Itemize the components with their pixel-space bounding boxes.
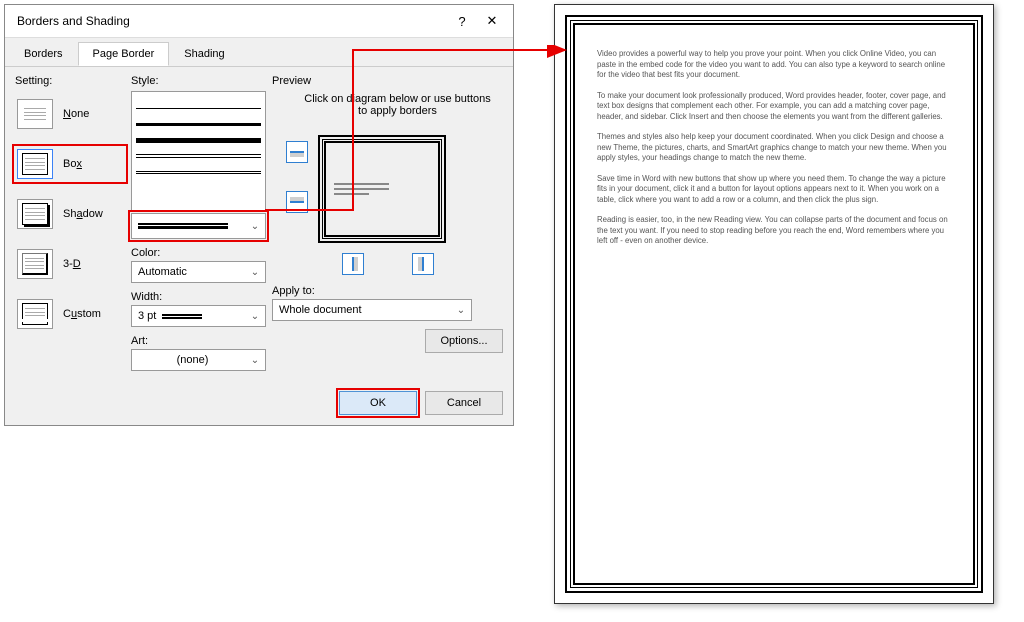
document-body: Video provides a powerful way to help yo… <box>573 23 975 585</box>
style-option[interactable] <box>136 134 261 146</box>
color-combo[interactable]: Automatic ⌄ <box>131 261 266 283</box>
style-option[interactable] <box>136 166 261 178</box>
custom-thumb-icon <box>17 299 53 329</box>
apply-to-combo[interactable]: Whole document ⌄ <box>272 299 472 321</box>
apply-bottom-border-button[interactable] <box>286 191 308 213</box>
tab-borders[interactable]: Borders <box>9 42 78 66</box>
borders-shading-dialog: Borders and Shading ? ✕ Borders Page Bor… <box>4 4 514 426</box>
apply-left-border-button[interactable] <box>342 253 364 275</box>
document-paragraph: Save time in Word with new buttons that … <box>597 174 951 206</box>
setting-shadow-label: Shadow <box>63 208 103 220</box>
chevron-down-icon: ⌄ <box>247 311 263 322</box>
ok-button[interactable]: OK <box>339 391 417 415</box>
dialog-title: Borders and Shading <box>11 14 447 28</box>
width-value: 3 pt <box>138 310 156 322</box>
setting-box[interactable]: Box <box>15 147 125 181</box>
chevron-down-icon: ⌄ <box>247 267 263 278</box>
setting-shadow[interactable]: Shadow <box>15 197 125 231</box>
apply-to-label: Apply to: <box>272 285 503 297</box>
style-label: Style: <box>131 75 266 87</box>
document-preview-page: Video provides a powerful way to help yo… <box>554 4 994 604</box>
box-thumb-icon <box>17 149 53 179</box>
width-combo[interactable]: 3 pt ⌄ <box>131 305 266 327</box>
apply-to-value: Whole document <box>279 304 453 316</box>
apply-right-border-button[interactable] <box>412 253 434 275</box>
apply-top-border-button[interactable] <box>286 141 308 163</box>
close-icon[interactable]: ✕ <box>477 11 507 31</box>
art-combo[interactable]: (none) ⌄ <box>131 349 266 371</box>
preview-hint: Click on diagram below or use buttons to… <box>302 93 493 117</box>
shadow-thumb-icon <box>17 199 53 229</box>
tabs: Borders Page Border Shading <box>5 38 513 67</box>
preview-area <box>282 127 492 277</box>
color-value: Automatic <box>138 266 247 278</box>
chevron-down-icon: ⌄ <box>247 355 263 366</box>
chevron-down-icon: ⌄ <box>453 305 469 316</box>
color-label: Color: <box>131 247 266 259</box>
help-icon[interactable]: ? <box>447 11 477 31</box>
cancel-button[interactable]: Cancel <box>425 391 503 415</box>
setting-label: Setting: <box>15 75 125 87</box>
preview-label: Preview <box>272 75 503 87</box>
document-paragraph: Reading is easier, too, in the new Readi… <box>597 215 951 247</box>
chevron-down-icon: ⌄ <box>247 221 263 232</box>
titlebar: Borders and Shading ? ✕ <box>5 5 513 38</box>
art-value: (none) <box>138 354 247 366</box>
tab-page-border[interactable]: Page Border <box>78 42 170 66</box>
document-paragraph: To make your document look professionall… <box>597 91 951 123</box>
document-paragraph: Themes and styles also help keep your do… <box>597 132 951 164</box>
options-button[interactable]: Options... <box>425 329 503 353</box>
style-selected-combo[interactable]: ⌄ <box>131 213 266 239</box>
threed-thumb-icon <box>17 249 53 279</box>
style-option[interactable] <box>136 102 261 114</box>
none-thumb-icon <box>17 99 53 129</box>
preview-page <box>318 135 446 243</box>
setting-none[interactable]: None <box>15 97 125 131</box>
setting-custom[interactable]: Custom <box>15 297 125 331</box>
style-option[interactable] <box>136 118 261 130</box>
width-label: Width: <box>131 291 266 303</box>
style-list[interactable] <box>131 91 266 211</box>
art-label: Art: <box>131 335 266 347</box>
tab-shading[interactable]: Shading <box>169 42 239 66</box>
setting-3d[interactable]: 3-D <box>15 247 125 281</box>
document-paragraph: Video provides a powerful way to help yo… <box>597 49 951 81</box>
style-option[interactable] <box>136 150 261 162</box>
